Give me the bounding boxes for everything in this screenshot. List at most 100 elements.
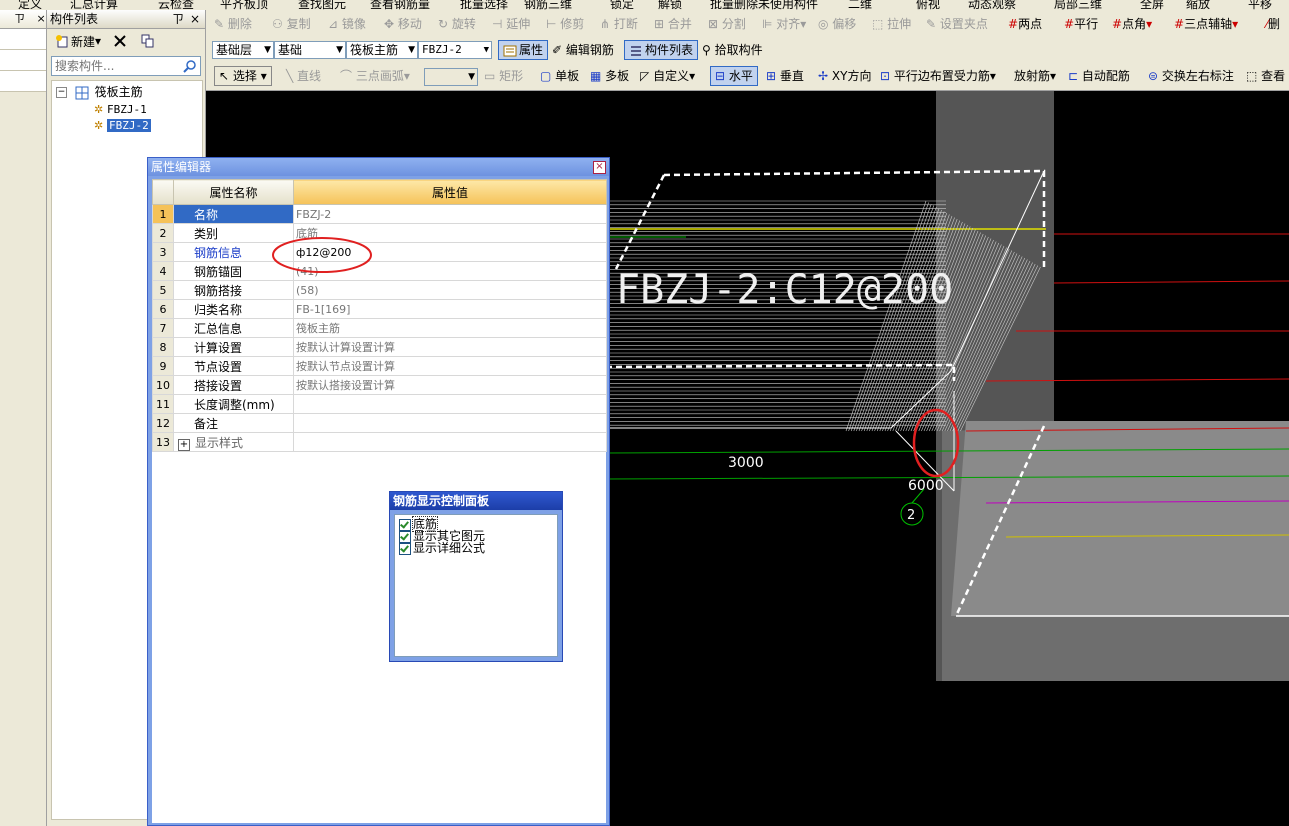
pin-icon[interactable]: ㄗ	[172, 10, 184, 28]
dimension-6000: 6000	[908, 478, 944, 494]
multi-board-button[interactable]: ▦ 多板	[590, 65, 629, 87]
two-point-tool[interactable]: #两点	[1008, 13, 1042, 35]
stretch-tool[interactable]: ⬚ 拉伸	[872, 13, 911, 35]
merge-tool[interactable]: ⊞ 合并	[654, 13, 692, 35]
header-property-value: 属性值	[293, 179, 607, 205]
component-search-input[interactable]	[52, 57, 180, 75]
delete-tool[interactable]: ✎ 删除	[214, 13, 252, 35]
type-select[interactable]: 筏板主筋 ▼	[346, 41, 418, 59]
tree-item-label: FBZJ-2	[107, 119, 151, 132]
table-row[interactable]: 1 名称 FBZJ-2	[152, 204, 607, 224]
set-grip-tool[interactable]: ✎ 设置夹点	[926, 13, 988, 35]
floor-select[interactable]: 基础层 ▼	[212, 41, 274, 59]
swap-label-button[interactable]: ⊜ 交换左右标注	[1148, 65, 1234, 87]
highlight-ellipse	[272, 237, 372, 273]
select-button[interactable]: ↖ 选择 ▾	[214, 66, 272, 86]
table-row[interactable]: 2 类别 底筋	[152, 223, 607, 243]
show-detailed-formula-checkbox[interactable]: 显示详细公式	[399, 542, 485, 555]
close-icon[interactable]: ×	[190, 10, 200, 28]
cursor-icon: ↖	[219, 69, 230, 83]
checkbox-checked-icon	[399, 518, 411, 531]
table-row[interactable]: 5 钢筋搭接 (58)	[152, 280, 607, 300]
property-value-cell[interactable]: (58)	[293, 280, 607, 300]
move-tool[interactable]: ✥ 移动	[384, 13, 422, 35]
table-row[interactable]: 13 + 显示样式	[152, 432, 607, 452]
table-row[interactable]: 3 钢筋信息 ф12@200	[152, 242, 607, 262]
left-nav-row[interactable]	[0, 50, 46, 71]
line-tool[interactable]: ╲ 直线	[286, 65, 321, 87]
mirror-tool[interactable]: ⊿ 镜像	[328, 13, 366, 35]
view-button[interactable]: ⬚ 查看	[1246, 65, 1285, 87]
tool-label: 设置夹点	[939, 17, 988, 31]
tool-label: 点角	[1122, 17, 1147, 31]
tree-item-fbzj-1[interactable]: ✲ FBZJ-1	[94, 101, 147, 117]
new-component-button[interactable]: 新建 ▾	[51, 30, 105, 52]
parallel-edge-button[interactable]: ⊡ 平行边布置受力筋▾	[880, 65, 996, 87]
rect-tool[interactable]: ▭ 矩形	[484, 65, 523, 87]
property-editor-titlebar[interactable]: 属性编辑器 ×	[148, 158, 609, 176]
property-value-cell[interactable]: 按默认计算设置计算	[293, 337, 607, 357]
tree-root-item[interactable]: − 筏板主筋	[56, 84, 143, 100]
single-board-button[interactable]: ▢ 单板	[540, 65, 579, 87]
arc-option-select[interactable]: ▼	[424, 68, 478, 86]
offset-tool[interactable]: ◎ 偏移	[818, 13, 856, 35]
arc-tool[interactable]: ⌒ 三点画弧▾	[340, 65, 410, 87]
break-tool[interactable]: ⋔ 打断	[600, 13, 638, 35]
component-list-button[interactable]: 构件列表	[624, 40, 699, 60]
category-select[interactable]: 基础 ▼	[274, 41, 346, 59]
edit-rebar-button[interactable]: ✐ 编辑钢筋	[552, 39, 614, 61]
table-row[interactable]: 8 计算设置 按默认计算设置计算	[152, 337, 607, 357]
table-row[interactable]: 10 搭接设置 按默认搭接设置计算	[152, 375, 607, 395]
property-value-cell[interactable]: 筏板主筋	[293, 318, 607, 338]
copy-tool[interactable]: ⚇ 复制	[272, 13, 311, 35]
horizontal-button[interactable]: ⊟ 水平	[710, 66, 758, 86]
table-row[interactable]: 6 归类名称 FB-1[169]	[152, 299, 607, 319]
point-angle-tool[interactable]: #点角▾	[1112, 13, 1152, 35]
table-row[interactable]: 12 备注	[152, 413, 607, 433]
property-value-cell[interactable]: FBZJ-2	[293, 204, 607, 224]
property-button[interactable]: 属性	[498, 40, 549, 60]
extend-tool[interactable]: ⊣ 延伸	[492, 13, 530, 35]
table-row[interactable]: 4 钢筋锚固 (41)	[152, 261, 607, 281]
property-value-cell[interactable]	[293, 413, 607, 433]
new-label: 新建	[71, 34, 96, 49]
vertical-button[interactable]: ⊞ 垂直	[766, 65, 804, 87]
search-icon[interactable]	[183, 59, 197, 73]
table-row[interactable]: 9 节点设置 按默认节点设置计算	[152, 356, 607, 376]
xy-direction-button[interactable]: ✢ XY方向	[818, 65, 871, 87]
draw-toolbar: ↖ 选择 ▾ ╲ 直线 ⌒ 三点画弧▾ ▼ ▭ 矩形 ▢ 单板 ▦ 多板 ◸ 自…	[206, 64, 1289, 91]
header-index	[152, 179, 174, 205]
three-point-axis-tool[interactable]: #三点辅轴▾	[1174, 13, 1238, 35]
parallel-tool[interactable]: #平行	[1064, 13, 1098, 35]
tool-label: 直线	[297, 69, 322, 83]
delete-axis-tool[interactable]: ⁄删	[1266, 13, 1280, 35]
property-name-cell: 长度调整(mm)	[173, 394, 294, 414]
pin-icon[interactable]: ㄗ	[14, 12, 25, 25]
property-value-cell[interactable]	[293, 432, 607, 452]
close-icon[interactable]: ×	[593, 161, 606, 174]
pick-component-button[interactable]: ⚲ 拾取构件	[702, 39, 763, 61]
trim-tool[interactable]: ⊢ 修剪	[546, 13, 584, 35]
split-tool[interactable]: ⊠ 分割	[708, 13, 746, 35]
property-value-cell[interactable]: 按默认节点设置计算	[293, 356, 607, 376]
rotate-tool[interactable]: ↻ 旋转	[438, 13, 476, 35]
property-value-cell[interactable]	[293, 394, 607, 414]
custom-button[interactable]: ◸ 自定义▾	[640, 65, 695, 87]
radial-rebar-button[interactable]: 放射筋▾	[1014, 65, 1056, 87]
align-tool[interactable]: ⊫ 对齐▾	[762, 13, 806, 35]
table-row[interactable]: 11 长度调整(mm)	[152, 394, 607, 414]
table-row[interactable]: 7 汇总信息 筏板主筋	[152, 318, 607, 338]
property-value-cell[interactable]: 按默认搭接设置计算	[293, 375, 607, 395]
expand-icon[interactable]: +	[178, 438, 190, 451]
rebar-panel-titlebar[interactable]: 钢筋显示控制面板	[390, 492, 562, 510]
property-value-cell[interactable]: FB-1[169]	[293, 299, 607, 319]
left-nav-row[interactable]	[0, 29, 46, 50]
copy-component-button[interactable]	[137, 30, 161, 52]
delete-component-button[interactable]	[109, 30, 133, 52]
component-select[interactable]: FBZJ-2 ▼	[418, 41, 492, 59]
left-nav-row[interactable]	[0, 71, 46, 92]
auto-rebar-button[interactable]: ⊏ 自动配筋	[1068, 65, 1130, 87]
close-icon[interactable]: ×	[37, 12, 46, 25]
tree-item-fbzj-2[interactable]: ✲ FBZJ-2	[94, 117, 151, 133]
collapse-icon[interactable]: −	[56, 87, 67, 98]
